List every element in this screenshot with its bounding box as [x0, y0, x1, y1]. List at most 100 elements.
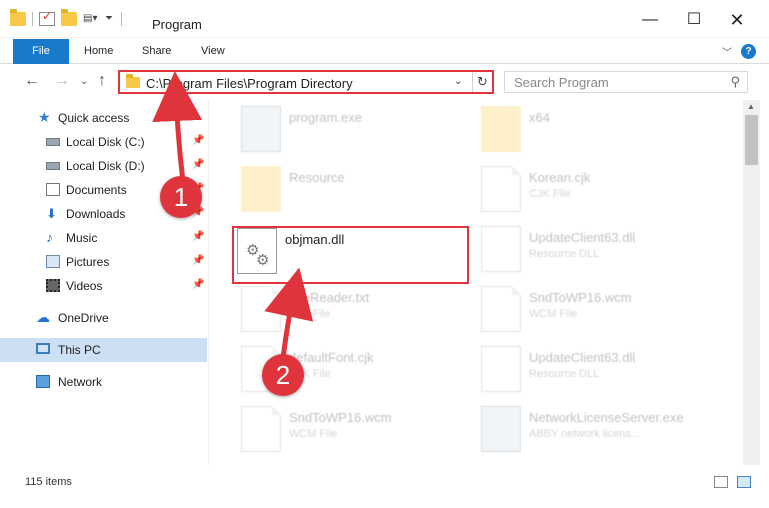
videos-icon: [46, 279, 60, 292]
pin-icon[interactable]: 📌: [192, 135, 204, 146]
tab-home[interactable]: Home: [84, 39, 113, 64]
sidebar-item-label: Downloads: [66, 207, 126, 221]
file-item[interactable]: program.exe: [241, 102, 481, 156]
folder-icon: [241, 166, 281, 212]
downloads-icon: ⬇: [46, 206, 57, 221]
this-pc-icon: [36, 343, 50, 354]
status-bar: 115 items: [0, 470, 769, 494]
folder-icon[interactable]: [10, 9, 26, 26]
customize-toolbar-icon[interactable]: ▤▾: [83, 12, 99, 26]
search-icon[interactable]: ⚲: [730, 74, 740, 90]
file-name: fineReader.txt: [289, 290, 370, 305]
up-arrow-icon[interactable]: ↑: [98, 72, 106, 90]
minimize-button[interactable]: —: [640, 10, 660, 30]
large-icons-view-icon[interactable]: [737, 476, 751, 488]
vertical-scrollbar[interactable]: ▲: [743, 100, 760, 465]
tab-share[interactable]: Share: [142, 39, 171, 64]
highlight-box-objman: [232, 226, 469, 284]
star-icon: ★: [38, 109, 51, 125]
toolbar-divider: [32, 12, 33, 26]
file-item[interactable]: Resource: [241, 162, 481, 216]
ribbon: File Home Share View ﹀ ?: [0, 39, 769, 64]
forward-arrow-icon[interactable]: →: [54, 72, 70, 90]
address-path[interactable]: C:\Program Files\Program Directory: [146, 76, 353, 91]
folder-icon: [481, 106, 521, 152]
pin-icon[interactable]: 📌: [192, 159, 204, 170]
item-count: 115 items: [25, 476, 72, 488]
sidebar-item-label: Quick access: [58, 111, 130, 125]
sidebar-item-videos[interactable]: Videos 📌: [0, 274, 207, 298]
file-item[interactable]: Korean.cjk CJK File: [481, 162, 721, 216]
sidebar-item-network[interactable]: Network: [0, 370, 207, 394]
file-item[interactable]: SndToWP16.wcm WCM File: [481, 282, 721, 336]
details-view-icon[interactable]: [714, 476, 728, 488]
document-icon: [481, 166, 521, 212]
sidebar-item-this-pc[interactable]: This PC: [0, 338, 207, 362]
exe-icon: [481, 406, 521, 452]
sidebar-item-music[interactable]: ♪ Music 📌: [0, 226, 207, 250]
sidebar-item-pictures[interactable]: Pictures 📌: [0, 250, 207, 274]
sidebar-item-label: Network: [58, 375, 103, 389]
sidebar-item-onedrive[interactable]: ☁ OneDrive: [0, 306, 207, 330]
help-icon[interactable]: ?: [741, 44, 756, 59]
documents-icon: [46, 183, 60, 196]
refresh-icon[interactable]: ↻: [472, 72, 492, 92]
properties-icon[interactable]: [39, 9, 55, 26]
exe-icon: [241, 106, 281, 152]
folder-icon: [126, 74, 140, 88]
sidebar-item-local-disk-d[interactable]: Local Disk (D:) 📌: [0, 154, 207, 178]
toolbar-divider: [121, 12, 122, 26]
tab-file[interactable]: File: [13, 39, 69, 64]
file-name: SndToWP16.wcm: [289, 410, 392, 425]
document-icon: [241, 286, 281, 332]
file-name: NetworkLicenseServer.exe: [529, 410, 684, 425]
step-2-badge: 2: [262, 354, 304, 396]
tab-view[interactable]: View: [201, 39, 225, 64]
file-item[interactable]: fineReader.txt TXT File: [241, 282, 481, 336]
back-arrow-icon[interactable]: ←: [24, 72, 40, 90]
scrollbar-thumb[interactable]: [745, 115, 758, 165]
file-name: Korean.cjk: [529, 170, 591, 185]
drive-icon: [46, 138, 60, 146]
scroll-up-icon[interactable]: ▲: [747, 102, 755, 111]
file-name: program.exe: [289, 110, 362, 125]
sidebar-item-quick-access[interactable]: ★ Quick access: [0, 106, 207, 130]
file-item[interactable]: SndToWP16.wcm WCM File: [241, 402, 481, 456]
address-bar[interactable]: C:\Program Files\Program Directory ⌄ ↻: [118, 70, 494, 94]
pin-icon[interactable]: 📌: [192, 255, 204, 266]
file-item[interactable]: UpdateClient63.dll Resource DLL: [481, 342, 721, 396]
search-input[interactable]: Search Program ⚲: [504, 71, 748, 93]
title-bar: ▤▾ ⏷ Program — ☐ ✕: [0, 0, 769, 38]
maximize-button[interactable]: ☐: [684, 10, 704, 30]
address-dropdown-icon[interactable]: ⌄: [454, 76, 462, 87]
qat-dropdown-icon[interactable]: ⏷: [105, 12, 115, 26]
sidebar-item-label: Documents: [66, 183, 127, 197]
file-type: ABBY network licens...: [529, 428, 641, 440]
file-item[interactable]: x64: [481, 102, 721, 156]
file-name: defaultFont.cjk: [289, 350, 374, 365]
close-button[interactable]: ✕: [727, 10, 747, 30]
pin-icon[interactable]: 📌: [192, 231, 204, 242]
window-title: Program: [152, 17, 202, 32]
file-type: WCM File: [289, 428, 338, 440]
file-type: Resource DLL: [529, 368, 600, 380]
sidebar-item-label: This PC: [58, 343, 101, 357]
file-name: Resource: [289, 170, 345, 185]
file-item[interactable]: UpdateClient63.dll Resource DLL: [481, 222, 721, 276]
document-icon: [241, 406, 281, 452]
recent-locations-icon[interactable]: ⌄: [80, 76, 88, 87]
sidebar-item-label: Local Disk (D:): [66, 159, 145, 173]
new-folder-icon[interactable]: [61, 9, 77, 26]
navigation-bar: ← → ⌄ ↑ C:\Program Files\Program Directo…: [0, 65, 769, 99]
file-name: SndToWP16.wcm: [529, 290, 632, 305]
sidebar-item-label: Local Disk (C:): [66, 135, 145, 149]
file-item[interactable]: NetworkLicenseServer.exe ABBY network li…: [481, 402, 721, 456]
pictures-icon: [46, 255, 60, 268]
pin-icon[interactable]: 📌: [192, 279, 204, 290]
sidebar-item-local-disk-c[interactable]: Local Disk (C:) 📌: [0, 130, 207, 154]
quick-access-toolbar: ▤▾ ⏷: [10, 9, 122, 26]
file-type: Resource DLL: [529, 248, 600, 260]
file-type: WCM File: [529, 308, 578, 320]
chevron-down-icon[interactable]: ﹀: [722, 44, 732, 59]
network-icon: [36, 375, 50, 388]
